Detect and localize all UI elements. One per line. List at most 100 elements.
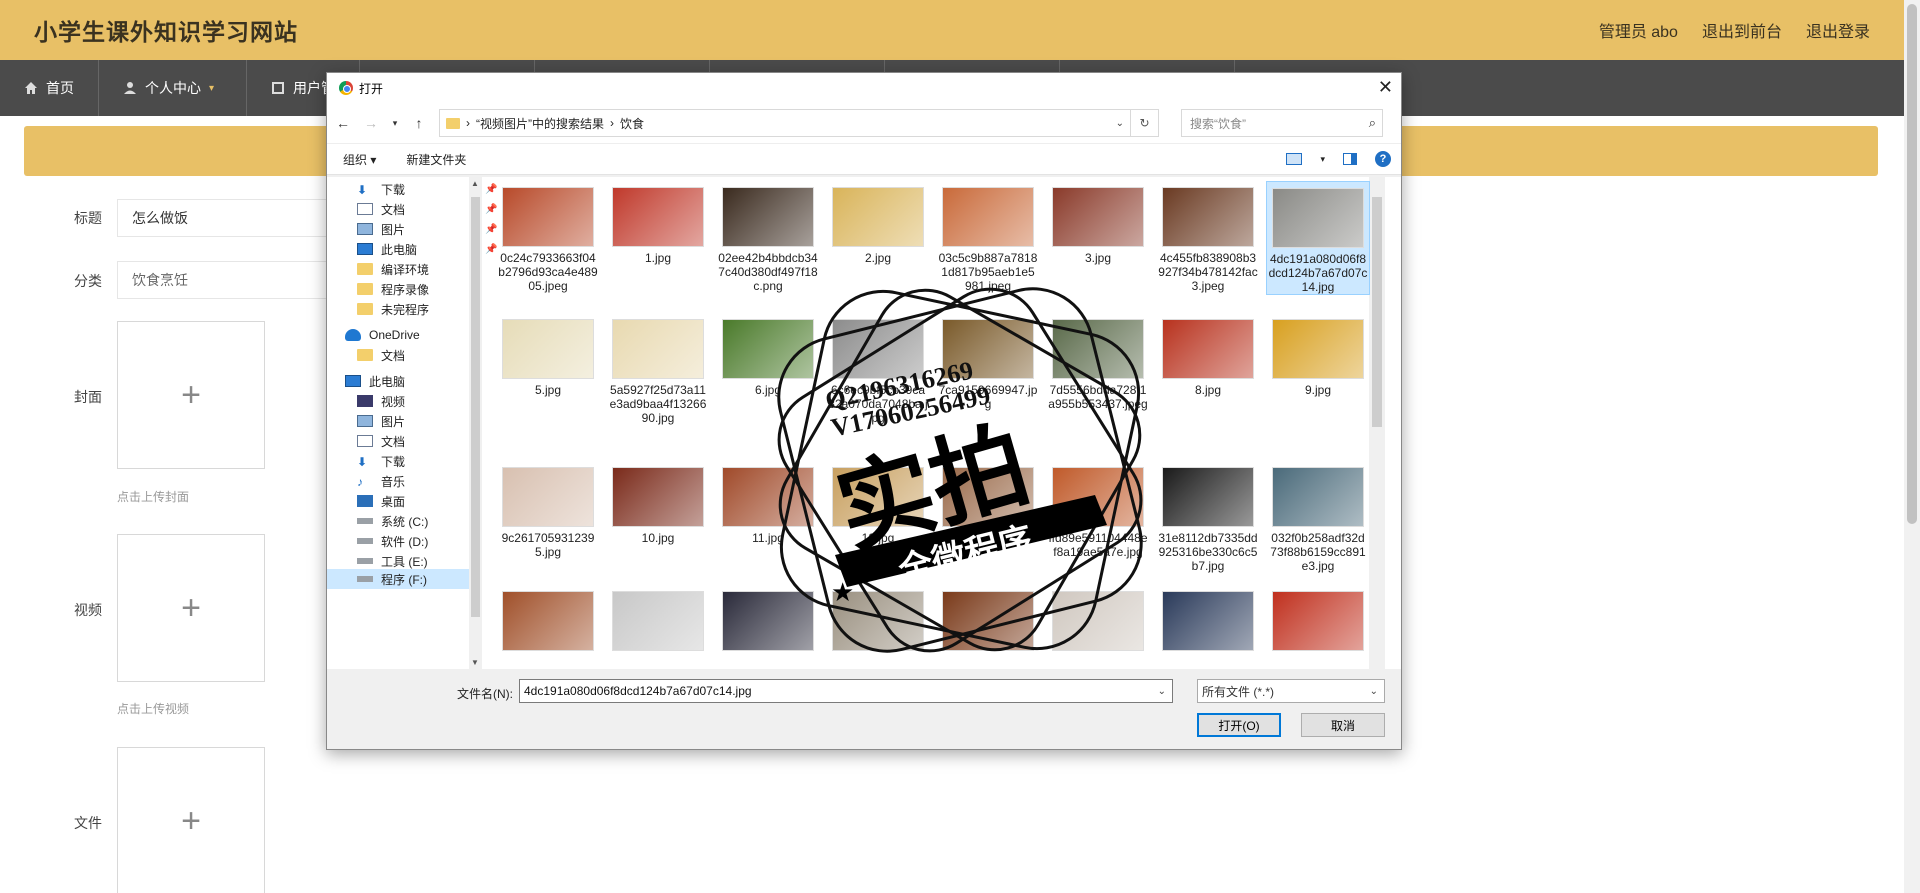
download-icon: ⬇ xyxy=(357,455,368,469)
file-item[interactable] xyxy=(1046,585,1150,655)
forward-arrow-icon[interactable]: → xyxy=(363,115,379,131)
back-to-front-link[interactable]: 退出到前台 xyxy=(1702,18,1782,42)
view-options-icon[interactable] xyxy=(1286,153,1303,165)
file-item[interactable]: 5a5927f25d73a11e3ad9baa4f1326690.jpg xyxy=(606,313,710,425)
chevron-down-icon[interactable]: ▾ xyxy=(1320,154,1325,165)
tree-item[interactable]: 程序 (F:) xyxy=(327,569,469,589)
open-button[interactable]: 打开(O) xyxy=(1197,713,1281,737)
tree-item[interactable]: 文档 📌 xyxy=(357,199,497,219)
file-thumbnail xyxy=(1162,467,1254,527)
tree-item[interactable]: OneDrive xyxy=(345,325,420,345)
file-item[interactable] xyxy=(826,585,930,655)
tree-item[interactable]: 视频 xyxy=(357,391,405,411)
file-item[interactable] xyxy=(936,585,1040,655)
tree-item[interactable]: 编译环境 xyxy=(357,259,429,279)
tree-item[interactable]: 此电脑 xyxy=(345,371,405,391)
file-item[interactable] xyxy=(1156,585,1260,655)
file-item[interactable]: 2.jpg xyxy=(826,181,930,265)
file-item[interactable]: 1.jpg xyxy=(606,181,710,265)
file-name: 032f0b258adf32d73f88b6159cc891e3.jpg xyxy=(1270,531,1366,573)
file-item[interactable]: 02ee42b4bbdcb347c40d380df497f18c.png xyxy=(716,181,820,293)
refresh-icon[interactable]: ↻ xyxy=(1130,109,1158,137)
tree-item[interactable]: ♪ 音乐 xyxy=(357,471,405,491)
up-arrow-icon[interactable]: ↑ xyxy=(411,115,427,131)
tree-item[interactable]: 桌面 xyxy=(357,491,405,511)
tree-item[interactable]: ⬇ 下载 📌 xyxy=(357,179,497,199)
page-scrollbar-thumb[interactable] xyxy=(1907,4,1917,524)
tree-scrollbar[interactable]: ▲ ▼ xyxy=(469,177,482,669)
title-input[interactable]: 怎么做饭 xyxy=(117,199,327,237)
file-item[interactable]: 03c5c9b887a78181d817b95aeb1e5981.jpeg xyxy=(936,181,1040,293)
file-item[interactable]: 10.jpg xyxy=(606,461,710,545)
file-item[interactable]: 6c6ec9bf5cb39ca82a070da7048ba.jpg xyxy=(826,313,930,425)
file-item[interactable]: 9c2617059312395.jpg xyxy=(496,461,600,559)
chevron-down-icon[interactable]: ⌄ xyxy=(1158,686,1166,697)
help-icon[interactable]: ? xyxy=(1375,151,1391,167)
filename-input[interactable]: 4dc191a080d06f8dcd124b7a67d07c14.jpg ⌄ xyxy=(519,679,1173,703)
file-item[interactable] xyxy=(936,461,1040,531)
file-item[interactable]: 7ca9159669947.jpg xyxy=(936,313,1040,411)
cancel-button[interactable]: 取消 xyxy=(1301,713,1385,737)
file-item[interactable]: 8.jpg xyxy=(1156,313,1260,397)
nav-home[interactable]: 首页 xyxy=(0,60,99,116)
tree-item-label: 文档 xyxy=(381,348,406,363)
file-item[interactable]: 4c455fb838908b3927f34b478142fac3.jpeg xyxy=(1156,181,1260,293)
file-item[interactable] xyxy=(1266,585,1370,655)
tree-item[interactable]: 图片 xyxy=(357,411,405,431)
logout-link[interactable]: 退出登录 xyxy=(1806,18,1870,42)
preview-pane-icon[interactable] xyxy=(1343,153,1357,165)
file-item[interactable]: ffd89e591104448ef8a19ae5a7e.jpg xyxy=(1046,461,1150,559)
tree-item[interactable]: 文档 xyxy=(357,431,405,451)
file-item[interactable]: 9.jpg xyxy=(1266,313,1370,397)
address-bar[interactable]: › “视频图片”中的搜索结果 › 饮食 ⌄ ↻ xyxy=(439,109,1159,137)
scroll-down-icon[interactable]: ▼ xyxy=(471,658,479,667)
video-upload-box[interactable]: + xyxy=(117,534,265,682)
dialog-body: ▲ ▼ ⬇ 下载 📌 文档 📌 图片 📌 此电脑 📌 编译环境 程序录像 未完程序 OneDrive 文档… xyxy=(327,177,1401,669)
path-search-results[interactable]: “视频图片”中的搜索结果 xyxy=(476,115,604,132)
tree-item[interactable]: ⬇ 下载 xyxy=(357,451,405,471)
file-item[interactable]: 0c24c7933663f04b2796d93ca4e48905.jpeg xyxy=(496,181,600,293)
files-scrollbar-thumb[interactable] xyxy=(1372,197,1382,427)
organize-button[interactable]: 组织 ▾ xyxy=(343,151,376,168)
recent-dropdown-icon[interactable]: ▾ xyxy=(391,118,399,129)
file-item[interactable]: 11.jpg xyxy=(716,461,820,545)
file-item[interactable]: 032f0b258adf32d73f88b6159cc891e3.jpg xyxy=(1266,461,1370,573)
tree-item[interactable]: 软件 (D:) xyxy=(357,531,428,551)
filetype-select[interactable]: 所有文件 (*.*) ⌄ xyxy=(1197,679,1385,703)
file-label: 文件 xyxy=(74,815,102,831)
tree-item[interactable]: 系统 (C:) xyxy=(357,511,428,531)
file-item[interactable]: 3.jpg xyxy=(1046,181,1150,265)
cover-upload-box[interactable]: + xyxy=(117,321,265,469)
page-scrollbar[interactable] xyxy=(1904,0,1920,893)
tree-item[interactable]: 图片 📌 xyxy=(357,219,497,239)
tree-item[interactable]: 程序录像 xyxy=(357,279,429,299)
path-current[interactable]: 饮食 xyxy=(620,115,644,132)
tree-item[interactable]: 文档 xyxy=(357,345,405,365)
tree-item[interactable]: 未完程序 xyxy=(357,299,429,319)
file-upload-box[interactable]: + xyxy=(117,747,265,893)
back-arrow-icon[interactable]: ← xyxy=(335,115,351,131)
file-item[interactable]: 4dc191a080d06f8dcd124b7a67d07c14.jpg xyxy=(1266,181,1370,295)
file-item[interactable] xyxy=(716,585,820,655)
category-select[interactable]: 饮食烹饪 xyxy=(117,261,327,299)
file-item[interactable]: 6.jpg xyxy=(716,313,820,397)
file-item[interactable]: 5.jpg xyxy=(496,313,600,397)
nav-personal-center[interactable]: 个人中心 ▾ xyxy=(99,60,247,116)
dialog-search-input[interactable]: 搜索“饮食” ⌕ xyxy=(1181,109,1383,137)
file-item[interactable] xyxy=(606,585,710,655)
search-icon[interactable]: ⌕ xyxy=(1369,115,1376,131)
tree-scrollbar-thumb[interactable] xyxy=(471,197,480,617)
video-row: 视频 xyxy=(74,600,116,620)
files-scrollbar[interactable] xyxy=(1369,177,1385,669)
admin-user-link[interactable]: 管理员 abo xyxy=(1599,18,1678,42)
file-item[interactable]: 7d5556bdda728f1a955b553437.jpeg xyxy=(1046,313,1150,411)
file-item[interactable] xyxy=(496,585,600,655)
chevron-down-icon[interactable]: ⌄ xyxy=(1116,118,1124,129)
close-icon[interactable]: ✕ xyxy=(1378,77,1393,98)
tree-item[interactable]: 工具 (E:) xyxy=(357,551,428,571)
file-item[interactable]: 31e8112db7335dd925316be330c6c5b7.jpg xyxy=(1156,461,1260,573)
file-item[interactable]: 12.jpg xyxy=(826,461,930,545)
scroll-up-icon[interactable]: ▲ xyxy=(471,179,479,188)
tree-item[interactable]: 此电脑 📌 xyxy=(357,239,497,259)
new-folder-button[interactable]: 新建文件夹 xyxy=(406,151,466,168)
